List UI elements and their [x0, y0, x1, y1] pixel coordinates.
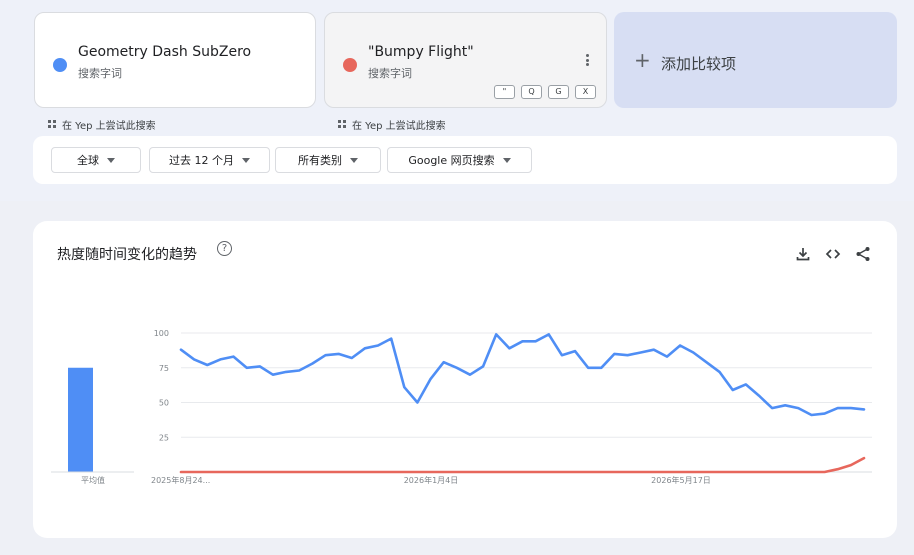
- quote-chip[interactable]: ": [494, 85, 515, 99]
- filter-bar: 全球 过去 12 个月 所有类别 Google 网页搜索: [33, 136, 897, 184]
- x-tick-label: 2026年1月4日: [404, 475, 459, 485]
- category-filter-label: 所有类别: [298, 154, 342, 167]
- search-type-filter-label: Google 网页搜索: [408, 154, 495, 167]
- average-bar: [68, 367, 93, 472]
- yep-hint-text: 在 Yep 上尝试此搜索: [352, 121, 446, 132]
- y-tick-label: 50: [159, 399, 169, 408]
- yep-hint-text: 在 Yep 上尝试此搜索: [62, 121, 156, 132]
- time-range-filter[interactable]: 过去 12 个月: [149, 147, 270, 173]
- series-line-2: [179, 456, 866, 474]
- average-label: 平均值: [81, 475, 105, 485]
- search-type-filter[interactable]: Google 网页搜索: [387, 147, 532, 173]
- g-chip[interactable]: G: [548, 85, 569, 99]
- y-tick-label: 100: [154, 329, 169, 338]
- dropdown-arrow-icon: [350, 157, 358, 163]
- region-filter[interactable]: 全球: [51, 147, 141, 173]
- series-color-dot: [53, 58, 67, 72]
- series-color-dot: [343, 58, 357, 72]
- time-range-filter-label: 过去 12 个月: [169, 154, 234, 167]
- x-tick-label: 2026年5月17日: [651, 475, 711, 485]
- interest-over-time-panel: 热度随时间变化的趋势 ? 25 50 75 100 平均值 2025年8月24... 2…: [33, 221, 897, 538]
- yep-icon: [48, 120, 57, 129]
- term-name[interactable]: Geometry Dash SubZero: [78, 44, 251, 60]
- term-type: 搜索字词: [78, 67, 122, 80]
- yep-search-link-1[interactable]: 在 Yep 上尝试此搜索: [48, 117, 156, 132]
- term-chip-group: " Q G X: [494, 85, 596, 99]
- dropdown-arrow-icon: [242, 157, 250, 163]
- x-tick-label: 2025年8月24...: [151, 475, 210, 485]
- y-tick-label: 75: [159, 364, 169, 373]
- add-comparison-button[interactable]: + 添加比较项: [614, 12, 897, 108]
- term-name[interactable]: "Bumpy Flight": [368, 44, 474, 60]
- trend-chart: 25 50 75 100 平均值 2025年8月24... 2026年1月4日 2026年…: [51, 329, 872, 485]
- more-options-icon[interactable]: [580, 53, 594, 69]
- term-card-1[interactable]: Geometry Dash SubZero 搜索字词: [34, 12, 316, 108]
- x-chip[interactable]: X: [575, 85, 596, 99]
- yep-icon: [338, 120, 347, 129]
- dropdown-arrow-icon: [502, 157, 511, 163]
- add-comparison-label: 添加比较项: [661, 55, 737, 73]
- q-chip[interactable]: Q: [521, 85, 542, 99]
- plus-icon: +: [634, 48, 651, 72]
- y-tick-label: 25: [159, 433, 169, 442]
- category-filter[interactable]: 所有类别: [275, 147, 381, 173]
- dropdown-arrow-icon: [107, 157, 115, 163]
- term-type: 搜索字词: [368, 67, 412, 80]
- region-filter-label: 全球: [77, 154, 99, 167]
- term-card-2[interactable]: "Bumpy Flight" 搜索字词 " Q G X: [324, 12, 607, 108]
- yep-search-link-2[interactable]: 在 Yep 上尝试此搜索: [338, 117, 446, 132]
